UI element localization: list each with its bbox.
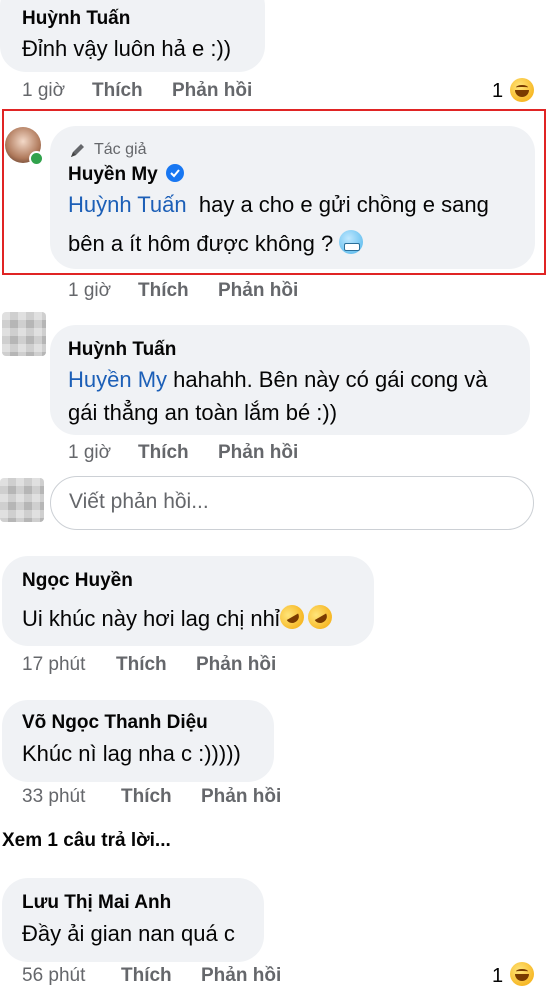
comment-text: Đầy ải gian nan quá c [22, 921, 235, 946]
comment-text: Đỉnh vậy luôn hả e :)) [22, 36, 232, 61]
comment-time[interactable]: 33 phút [22, 786, 85, 808]
comment-bubble: Ngọc Huyền Ui khúc này hơi lag chị nhỉ [2, 556, 374, 646]
comment-author[interactable]: Lưu Thị Mai Anh [22, 892, 171, 914]
reply-input[interactable]: Viết phản hồi... [50, 476, 534, 530]
view-replies-link[interactable]: Xem 1 câu trả lời... [2, 830, 171, 852]
comment-author[interactable]: Ngọc Huyền [22, 570, 133, 592]
like-button[interactable]: Thích [121, 786, 172, 808]
comment-actions: 1 giờ Thích Phản hồi [22, 80, 322, 104]
like-button[interactable]: Thích [138, 280, 189, 302]
like-button[interactable]: Thích [92, 80, 143, 102]
laughing-emoji-icon [510, 78, 534, 104]
comment-actions: 33 phút Thích Phản hồi [22, 786, 342, 810]
online-status-dot [29, 151, 44, 166]
comment-text: Huyền My hahahh. Bên này có gái cong và [68, 363, 488, 397]
author-badge: Tác giả [94, 141, 147, 158]
comment-text-line: Ui khúc này hơi lag chị nhỉ [22, 606, 280, 631]
comment-time[interactable]: 1 giờ [22, 80, 65, 102]
comment-author[interactable]: Huỳnh Tuấn [22, 8, 130, 30]
comment-actions: 56 phút Thích Phản hồi [22, 965, 342, 989]
avatar [0, 478, 44, 522]
like-button[interactable]: Thích [116, 654, 167, 676]
verified-badge-icon [166, 164, 185, 182]
reaction-count[interactable]: 1 [492, 965, 503, 988]
like-button[interactable]: Thích [138, 442, 189, 464]
like-button[interactable]: Thích [121, 965, 172, 987]
comment-bubble: Võ Ngọc Thanh Diệu Khúc nì lag nha c :))… [2, 700, 274, 782]
reply-button[interactable]: Phản hồi [218, 442, 298, 464]
comment-time[interactable]: 1 giờ [68, 442, 111, 464]
comment-bubble: Tác giả Huyền My Huỳnh Tuấn hay a cho e … [50, 126, 535, 269]
comment-text: Ui khúc này hơi lag chị nhỉ [22, 600, 337, 636]
author-row: Huyền My [68, 164, 185, 186]
comment-text-line: bên a ít hôm được không ? [68, 231, 334, 256]
rolling-laughing-emoji-icon [303, 600, 337, 634]
comment-bubble: Huỳnh Tuấn Huyền My hahahh. Bên này có g… [50, 325, 530, 435]
comment-actions: 1 giờ Thích Phản hồi [68, 442, 368, 466]
comment-actions: 17 phút Thích Phản hồi [22, 654, 342, 678]
avatar[interactable] [2, 312, 46, 356]
mention-link[interactable]: Huỳnh Tuấn [68, 192, 187, 217]
comment-bubble: Lưu Thị Mai Anh Đầy ải gian nan quá c [2, 878, 264, 962]
mention-link[interactable]: Huyền My [68, 367, 167, 392]
cold-face-emoji-icon [339, 230, 364, 254]
comment-bubble: Huỳnh Tuấn Đỉnh vậy luôn hả e :)) [0, 0, 265, 72]
comment-time[interactable]: 56 phút [22, 965, 85, 987]
comment-text: Huỳnh Tuấn hay a cho e gửi chồng e sang [68, 188, 489, 222]
reply-button[interactable]: Phản hồi [196, 654, 276, 676]
laughing-emoji-icon [510, 962, 534, 988]
comment-text: gái thẳng an toàn lắm bé :)) [68, 400, 338, 425]
pencil-icon [68, 140, 88, 160]
comment-text-line: hay a cho e gửi chồng e sang [198, 192, 489, 217]
comment-text: Khúc nì lag nha c :))))) [22, 741, 241, 766]
comment-author[interactable]: Huyền My [68, 164, 158, 185]
reaction-count[interactable]: 1 [492, 80, 503, 103]
comment-actions: 1 giờ Thích Phản hồi [68, 280, 368, 304]
reply-button[interactable]: Phản hồi [201, 786, 281, 808]
reply-input-placeholder: Viết phản hồi... [69, 490, 209, 513]
comment-author[interactable]: Huỳnh Tuấn [68, 339, 176, 361]
reply-button[interactable]: Phản hồi [218, 280, 298, 302]
comment-time[interactable]: 17 phút [22, 654, 85, 676]
comment-text: bên a ít hôm được không ? [68, 227, 364, 261]
comment-text-line: hahahh. Bên này có gái cong và [173, 367, 488, 392]
comment-time[interactable]: 1 giờ [68, 280, 111, 302]
rolling-laughing-emoji-icon [275, 600, 309, 634]
reply-button[interactable]: Phản hồi [172, 80, 252, 102]
reply-button[interactable]: Phản hồi [201, 965, 281, 987]
comment-author[interactable]: Võ Ngọc Thanh Diệu [22, 712, 208, 734]
